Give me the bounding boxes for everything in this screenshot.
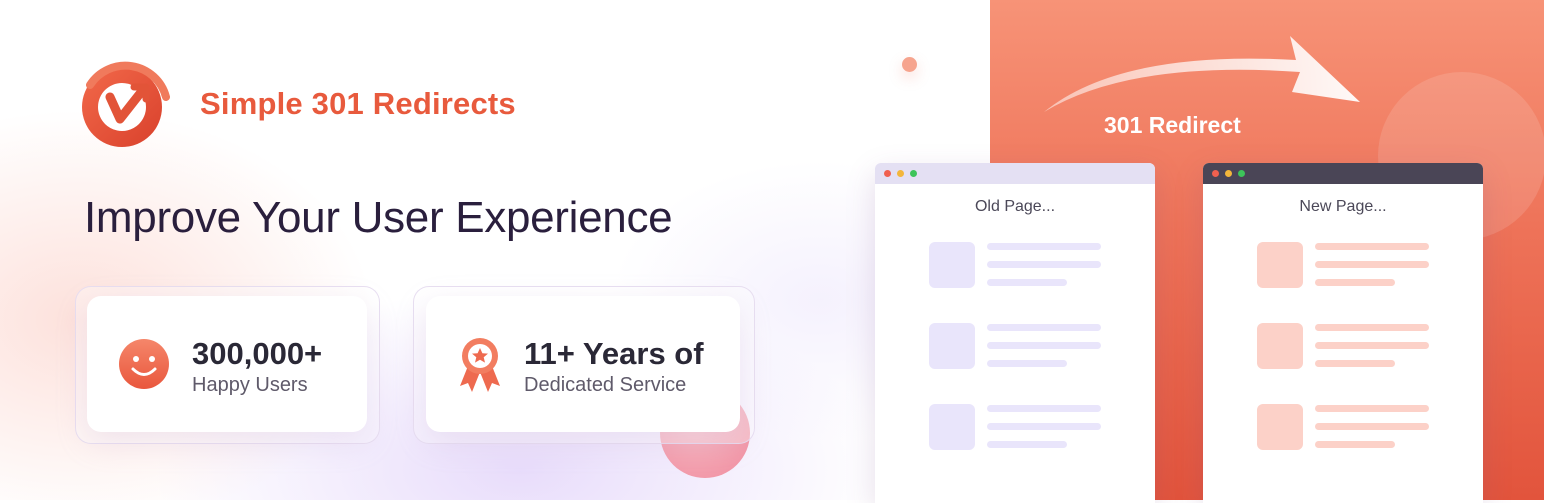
- placeholder-line: [987, 342, 1101, 349]
- content-row: [1257, 404, 1447, 450]
- stat-value: 300,000+: [192, 336, 323, 371]
- placeholder-line: [1315, 261, 1429, 268]
- placeholder-thumb: [929, 242, 975, 288]
- placeholder-line: [1315, 423, 1429, 430]
- stat-value: 11+ Years of: [524, 336, 704, 371]
- placeholder-line: [987, 279, 1067, 286]
- window-title: Old Page...: [974, 198, 1056, 215]
- page-headline: Improve Your User Experience: [84, 193, 673, 242]
- decorative-dot: [902, 57, 917, 72]
- placeholder-line: [1315, 279, 1395, 286]
- placeholder-line: [987, 360, 1067, 367]
- redirect-arrow-logo-icon: [82, 61, 170, 147]
- stat-card-years: 11+ Years of Dedicated Service: [426, 296, 740, 432]
- placeholder-thumb: [1257, 404, 1303, 450]
- old-page-window: Old Page...: [875, 163, 1155, 503]
- placeholder-thumb: [1257, 242, 1303, 288]
- stat-label: Happy Users: [192, 374, 308, 396]
- window-titlebar: [1203, 163, 1483, 184]
- placeholder-thumb: [1257, 323, 1303, 369]
- minimize-dot-icon: [1225, 170, 1232, 177]
- redirect-arrow-icon: [1044, 36, 1360, 112]
- placeholder-line: [987, 405, 1101, 412]
- maximize-dot-icon: [910, 170, 917, 177]
- content-row: [929, 323, 1119, 369]
- placeholder-thumb: [929, 323, 975, 369]
- close-dot-icon: [1212, 170, 1219, 177]
- smiley-face-icon: [119, 339, 169, 389]
- placeholder-line: [1315, 360, 1395, 367]
- placeholder-line: [987, 441, 1067, 448]
- redirect-label: 301 Redirect: [1104, 112, 1241, 138]
- window-title: New Page...: [1299, 198, 1387, 215]
- placeholder-line: [1315, 243, 1429, 250]
- stat-label: Dedicated Service: [524, 374, 687, 396]
- placeholder-line: [1315, 324, 1429, 331]
- window-titlebar: [875, 163, 1155, 184]
- placeholder-line: [1315, 405, 1429, 412]
- placeholder-line: [1315, 342, 1429, 349]
- stat-card-users: 300,000+ Happy Users: [87, 296, 367, 432]
- placeholder-line: [1315, 441, 1395, 448]
- new-page-window: New Page...: [1203, 163, 1483, 503]
- content-row: [929, 242, 1119, 288]
- content-row: [929, 404, 1119, 450]
- close-dot-icon: [884, 170, 891, 177]
- minimize-dot-icon: [897, 170, 904, 177]
- maximize-dot-icon: [1238, 170, 1245, 177]
- placeholder-line: [987, 423, 1101, 430]
- brand-name: Simple 301 Redirects: [200, 86, 516, 121]
- award-ribbon-icon: [460, 338, 500, 392]
- content-row: [1257, 242, 1447, 288]
- placeholder-line: [987, 324, 1101, 331]
- content-row: [1257, 323, 1447, 369]
- placeholder-thumb: [929, 404, 975, 450]
- placeholder-line: [987, 261, 1101, 268]
- placeholder-line: [987, 243, 1101, 250]
